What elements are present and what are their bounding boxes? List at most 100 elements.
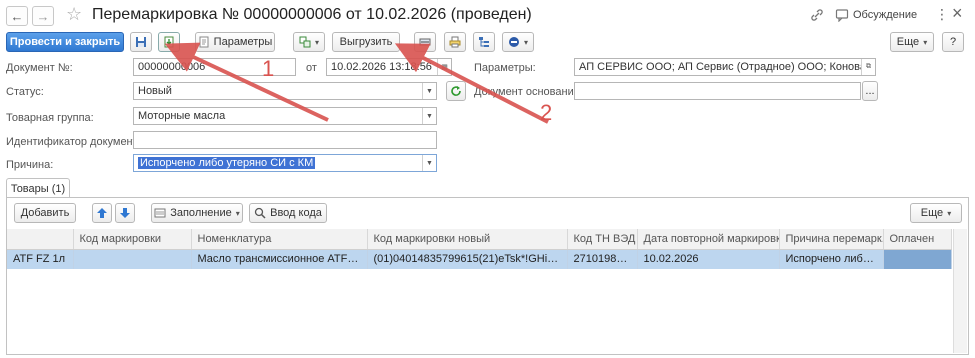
forward-button[interactable]: → [32, 6, 54, 26]
tab-goods[interactable]: Товары (1) [6, 178, 70, 198]
move-up-button[interactable] [92, 203, 112, 223]
arrow-right-icon: → [36, 8, 50, 24]
reason-label: Причина: [6, 159, 54, 171]
scanner-button[interactable] [414, 32, 436, 52]
chevron-down-icon[interactable]: ▼ [422, 83, 436, 99]
date-field[interactable]: 10.02.2026 13:18:56 ▦ [326, 58, 452, 76]
column-header[interactable]: Код маркировки новый [367, 229, 568, 250]
create-based-on-button[interactable]: ▾ [293, 32, 325, 52]
more-menu-icon[interactable]: ⋮ [935, 6, 949, 23]
table-cell[interactable]: ATF FZ 1л [7, 249, 74, 269]
print-icon [449, 36, 461, 48]
back-button[interactable]: ← [6, 6, 28, 26]
column-header[interactable]: Оплачен [883, 229, 952, 250]
annotation-label-2: 2 [540, 100, 553, 125]
vertical-scrollbar[interactable] [953, 229, 967, 353]
chevron-down-icon: ▾ [947, 208, 952, 218]
favorite-star-icon[interactable]: ☆ [66, 4, 82, 25]
status-select[interactable]: Новый ▼ [133, 82, 437, 100]
window-title: Перемаркировка № 00000000006 от 10.02.20… [92, 6, 532, 23]
date-label: от [306, 62, 317, 74]
table-cell[interactable]: Масло трансмиссионное ATF FZ 1л [191, 249, 368, 269]
post-button[interactable] [158, 32, 180, 52]
table-cell[interactable]: Испорчено либо у... [779, 249, 884, 269]
barcode-scanner-icon [419, 38, 431, 46]
arrow-left-icon: ← [10, 8, 24, 24]
search-icon [254, 207, 266, 219]
chevron-down-icon[interactable]: ▼ [422, 108, 436, 124]
table-more-label: Еще [920, 207, 944, 219]
table-more-button[interactable]: Еще ▾ [910, 203, 962, 223]
column-header[interactable]: Код ТН ВЭД [567, 229, 638, 250]
more-label: Еще [896, 36, 920, 48]
date-value: 10.02.2026 13:18:56 [331, 61, 432, 73]
params-label: Параметры [213, 36, 273, 48]
hierarchy-icon [479, 37, 489, 47]
table-cell[interactable] [73, 249, 192, 269]
table-cell[interactable]: 2710198800 [567, 249, 638, 269]
add-button[interactable]: Добавить [14, 203, 76, 223]
export-button[interactable]: Выгрузить [332, 32, 400, 52]
table-cell[interactable]: 10.02.2026 [637, 249, 780, 269]
help-button[interactable]: ? [942, 32, 964, 52]
basis-doc-label: Документ основание: [474, 86, 583, 98]
reason-value: Испорчено либо утеряно СИ с КМ [138, 157, 316, 169]
doc-id-label: Идентификатор документа: [6, 136, 147, 148]
params-value: АП СЕРВИС ООО; АП Сервис (Отрадное) ООО;… [579, 61, 876, 73]
structure-button[interactable] [473, 32, 495, 52]
post-and-close-button[interactable]: Провести и закрыть [6, 32, 124, 52]
fill-icon [154, 208, 166, 218]
column-header[interactable]: Номенклатура [191, 229, 368, 250]
select-basis-button[interactable]: ... [862, 81, 878, 101]
code-input-button[interactable]: Ввод кода [249, 203, 327, 223]
print-button[interactable] [444, 32, 466, 52]
move-down-button[interactable] [115, 203, 135, 223]
table-header-row: Код маркировки Номенклатура Код маркиров… [7, 229, 952, 250]
column-header[interactable]: Причина перемарк... [779, 229, 884, 250]
table-cell[interactable] [883, 249, 952, 269]
chevron-down-icon[interactable]: ▼ [422, 155, 436, 171]
chevron-down-icon: ▾ [314, 37, 319, 47]
status-value: Новый [138, 85, 172, 97]
goods-table-wrap: Код маркировки Номенклатура Код маркиров… [7, 229, 952, 269]
product-group-select[interactable]: Моторные масла ▼ [133, 107, 437, 125]
discussion-icon[interactable] [835, 8, 849, 25]
basis-doc-field[interactable] [574, 82, 861, 100]
arrow-down-icon [120, 208, 130, 218]
fill-dropdown[interactable]: Заполнение ▾ [151, 203, 243, 223]
document-icon [199, 36, 209, 48]
save-button[interactable] [130, 32, 152, 52]
code-input-label: Ввод кода [270, 207, 322, 219]
open-icon[interactable]: ⧉ [861, 59, 875, 75]
link-icon[interactable] [810, 8, 824, 25]
params-button[interactable]: Параметры [195, 32, 275, 52]
table-row[interactable]: ATF FZ 1л Масло трансмиссионное ATF FZ 1… [7, 249, 952, 269]
column-header[interactable] [7, 229, 74, 250]
floppy-disk-icon [136, 37, 146, 47]
circle-more-icon [508, 37, 519, 47]
goods-table: Код маркировки Номенклатура Код маркиров… [7, 229, 952, 269]
refresh-button[interactable] [446, 81, 466, 101]
discussion-link[interactable]: Обсуждение [853, 9, 917, 21]
chevron-down-icon: ▾ [523, 37, 528, 47]
chevron-down-icon: ▾ [923, 37, 928, 47]
status-label: Статус: [6, 86, 44, 98]
doc-id-field[interactable] [133, 131, 437, 149]
calendar-icon[interactable]: ▦ [437, 59, 451, 75]
column-header[interactable]: Дата повторной маркировки [637, 229, 780, 250]
create-based-on-icon [299, 36, 311, 48]
product-group-value: Моторные масла [138, 110, 226, 122]
fill-label: Заполнение [170, 207, 232, 219]
params-field[interactable]: АП СЕРВИС ООО; АП Сервис (Отрадное) ООО;… [574, 58, 876, 76]
close-icon[interactable]: × [952, 3, 963, 24]
more-actions-dropdown[interactable]: ▾ [502, 32, 534, 52]
annotation-label-1: 1 [262, 56, 275, 81]
more-button[interactable]: Еще ▾ [890, 32, 934, 52]
arrow-up-icon [97, 208, 107, 218]
table-cell[interactable]: (01)04014835799615(21)eTsk*!GHi4ci0 [367, 249, 568, 269]
doc-no-label: Документ №: [6, 62, 73, 74]
post-document-icon [164, 36, 174, 48]
column-header[interactable]: Код маркировки [73, 229, 192, 250]
refresh-icon [451, 86, 461, 96]
reason-select[interactable]: Испорчено либо утеряно СИ с КМ ▼ [133, 154, 437, 172]
